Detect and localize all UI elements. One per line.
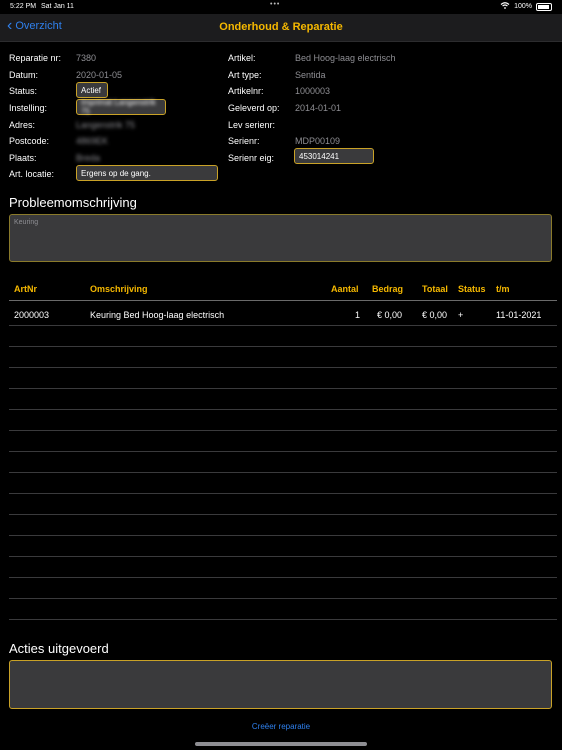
col-header-status: Status xyxy=(458,284,486,294)
instelling-field[interactable]: Imprimat Langenstrik 75 xyxy=(76,98,166,116)
table-row-divider xyxy=(9,367,557,368)
table-row-divider xyxy=(9,451,557,452)
artikel-label: Artikel: xyxy=(228,53,256,63)
status-time: 5:22 PM xyxy=(10,3,37,10)
serienr-eig-label: Serienr eig: xyxy=(228,153,275,163)
cell-tm: 11-01-2021 xyxy=(496,310,542,320)
art-locatie-field[interactable]: Ergens op de gang. xyxy=(76,165,218,181)
datum-value: 2020-01-05 xyxy=(76,70,123,80)
acties-title: Acties uitgevoerd xyxy=(9,641,109,656)
multitask-dots-icon: ••• xyxy=(270,1,281,8)
table-row-divider xyxy=(9,619,557,620)
reparatie-nr-value: 7380 xyxy=(76,53,97,63)
artikelnr-value: 1000003 xyxy=(295,86,331,96)
cell-artnr: 2000003 xyxy=(14,310,50,320)
plaats-label: Plaats: xyxy=(9,153,37,163)
col-header-artnr: ArtNr xyxy=(14,284,38,294)
artikelnr-label: Artikelnr: xyxy=(228,86,264,96)
instelling-value: Imprimat Langenstrik 75 xyxy=(81,98,156,116)
table-row-divider xyxy=(9,493,557,494)
col-header-tm: t/m xyxy=(496,284,510,294)
status-right: 100% xyxy=(500,2,552,11)
table-row-divider xyxy=(9,514,557,515)
table-row-divider xyxy=(9,430,557,431)
table-row-divider xyxy=(9,472,557,473)
battery-icon xyxy=(536,2,552,11)
col-header-totaal: Totaal xyxy=(422,284,448,294)
acties-textarea[interactable] xyxy=(9,660,552,709)
problem-title: Probleemomschrijving xyxy=(9,195,137,210)
home-indicator xyxy=(195,742,367,746)
serienr-value: MDP00109 xyxy=(295,136,341,146)
table-row-divider xyxy=(9,535,557,536)
table-row-divider xyxy=(9,346,557,347)
col-header-omschrijving: Omschrijving xyxy=(90,284,148,294)
table-row-divider xyxy=(9,556,557,557)
table-row-divider xyxy=(9,577,557,578)
table-row-divider xyxy=(9,388,557,389)
status-bar: 5:22 PM Sat Jan 11 ••• 100% xyxy=(0,0,562,14)
art-type-label: Art type: xyxy=(228,70,262,80)
cell-aantal: 1 xyxy=(355,310,361,320)
adres-label: Adres: xyxy=(9,120,36,130)
art-locatie-label: Art. locatie: xyxy=(9,169,55,179)
wifi-icon xyxy=(500,2,510,11)
cell-bedrag: € 0,00 xyxy=(377,310,403,320)
serienr-eig-field[interactable]: 453014241 xyxy=(294,148,374,164)
adres-value: Langenstrik 75 xyxy=(76,120,136,130)
page-title: Onderhoud & Reparatie xyxy=(219,21,343,33)
serienr-label: Serienr: xyxy=(228,136,260,146)
geleverd-op-label: Geleverd op: xyxy=(228,103,280,113)
table-header-divider xyxy=(9,300,557,301)
cell-omschrijving: Keuring Bed Hoog-laag electrisch xyxy=(90,310,225,320)
plaats-value: Breda xyxy=(76,153,101,163)
problem-textarea[interactable]: Keuring xyxy=(9,214,552,262)
navigation-bar: ‹ Overzicht Onderhoud & Reparatie xyxy=(0,14,562,42)
create-repair-link[interactable]: Creëer reparatie xyxy=(0,722,562,731)
instelling-label: Instelling: xyxy=(9,103,48,113)
art-type-value: Sentida xyxy=(295,70,326,80)
col-header-bedrag: Bedrag xyxy=(372,284,404,294)
status-label: Status: xyxy=(9,86,38,96)
reparatie-nr-label: Reparatie nr: xyxy=(9,53,62,63)
postcode-value: 4869EK xyxy=(76,136,109,146)
cell-totaal: € 0,00 xyxy=(422,310,448,320)
col-header-aantal: Aantal xyxy=(331,284,359,294)
artikel-value: Bed Hoog-laag electrisch xyxy=(295,53,396,63)
table-row-divider xyxy=(9,598,557,599)
postcode-label: Postcode: xyxy=(9,136,50,146)
status-date: Sat Jan 11 xyxy=(41,3,74,10)
table-row-divider xyxy=(9,409,557,410)
status-field[interactable]: Actief xyxy=(76,82,108,98)
geleverd-op-value: 2014-01-01 xyxy=(295,103,342,113)
table-row-divider xyxy=(9,325,557,326)
battery-percentage: 100% xyxy=(514,3,532,10)
datum-label: Datum: xyxy=(9,70,39,80)
lev-serienr-label: Lev serienr: xyxy=(228,120,276,130)
cell-status: + xyxy=(458,310,464,320)
